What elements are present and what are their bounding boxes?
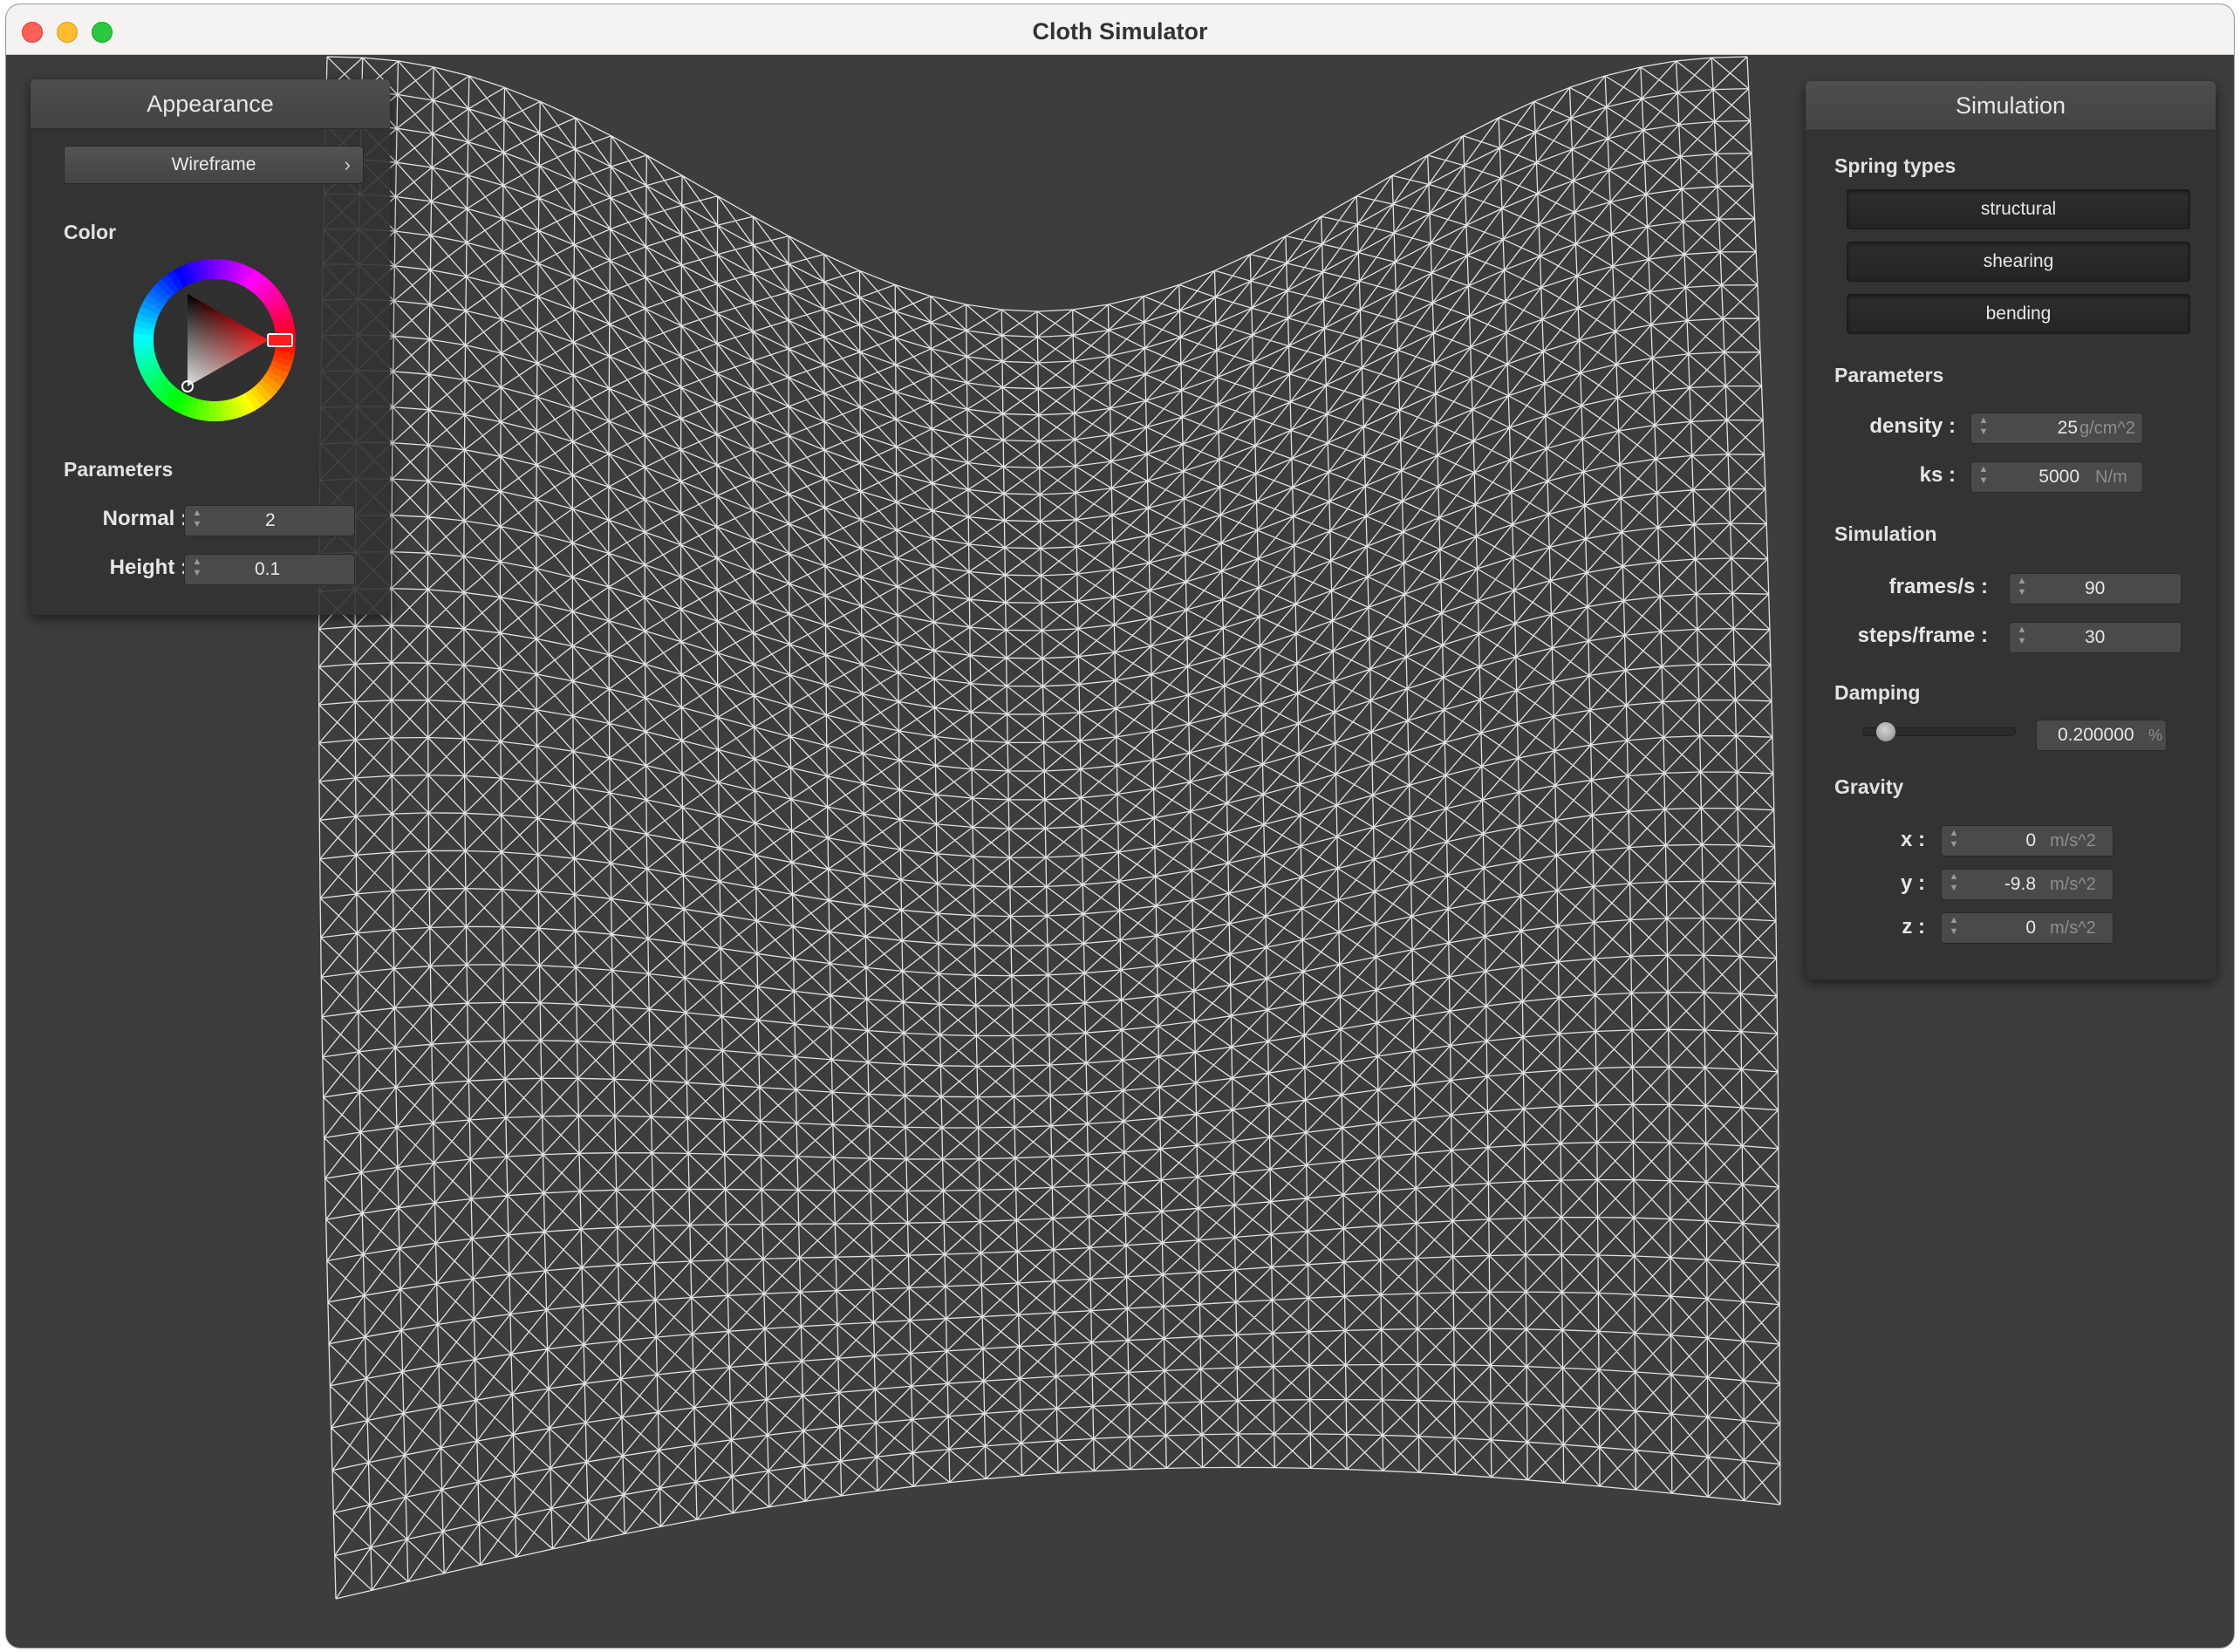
spinner-arrows-icon[interactable]: ▲ ▼ — [192, 556, 202, 579]
cloth-mesh-lines — [318, 56, 1781, 1600]
spinner-arrows-icon[interactable]: ▲ ▼ — [1949, 871, 1959, 894]
spinner-arrows-icon[interactable]: ▲ ▼ — [1978, 415, 1989, 438]
damping-value-field[interactable]: 0.200000 % — [2036, 720, 2167, 751]
ks-input[interactable]: ▲ ▼ 5000 N/m — [1970, 461, 2143, 493]
spinner-arrows-icon[interactable]: ▲ ▼ — [1949, 828, 1959, 850]
app-window: Cloth Simulator Appearance Wireframe › C… — [6, 4, 2234, 1648]
shader-mode-value: Wireframe — [171, 154, 256, 174]
height-input[interactable]: ▲ ▼ 0.1 — [184, 554, 355, 585]
sim-parameters-label: Parameters — [1834, 364, 1944, 386]
spinner-arrows-icon[interactable]: ▲ ▼ — [2017, 625, 2027, 647]
gravity-z-input[interactable]: ▲ ▼ 0 m/s^2 — [1941, 912, 2114, 944]
simulation-panel-header[interactable]: Simulation — [1806, 81, 2216, 131]
density-input[interactable]: ▲ ▼ 25 g/cm^2 — [1970, 413, 2143, 444]
simulation-section-label: Simulation — [1834, 522, 1937, 545]
color-wheel-icon — [133, 259, 296, 421]
ks-label: ks : — [1919, 463, 1956, 487]
spinner-arrows-icon[interactable]: ▲ ▼ — [192, 508, 202, 530]
normal-input[interactable]: ▲ ▼ 2 — [184, 505, 355, 536]
spinner-arrows-icon[interactable]: ▲ ▼ — [2017, 576, 2027, 598]
appearance-parameters-label: Parameters — [64, 458, 174, 481]
title-bar: Cloth Simulator — [6, 4, 2234, 55]
density-label: density : — [1869, 414, 1956, 438]
gravity-y-input[interactable]: ▲ ▼ -9.8 m/s^2 — [1941, 869, 2114, 900]
gravity-y-label: y : — [1900, 871, 1925, 895]
height-label: Height : — [109, 556, 188, 579]
gravity-z-label: z : — [1902, 915, 1925, 939]
spinner-arrows-icon[interactable]: ▲ ▼ — [1949, 915, 1959, 938]
gravity-label: Gravity — [1834, 775, 1904, 798]
chevron-right-icon: › — [344, 154, 351, 175]
color-wheel-picker[interactable] — [133, 259, 296, 421]
damping-label: Damping — [1834, 681, 1921, 704]
bending-toggle-button[interactable]: bending — [1847, 294, 2190, 334]
spinner-arrows-icon[interactable]: ▲ ▼ — [1978, 464, 1989, 487]
shearing-toggle-button[interactable]: shearing — [1847, 242, 2190, 282]
steps-per-frame-label: steps/frame : — [1857, 624, 1988, 647]
structural-toggle-button[interactable]: structural — [1847, 189, 2190, 229]
damping-slider-handle[interactable] — [1875, 721, 1896, 742]
frames-per-second-input[interactable]: ▲ ▼ 90 — [2009, 573, 2182, 604]
frames-per-second-label: frames/s : — [1888, 575, 1988, 598]
appearance-panel: Appearance Wireframe › Color Parameters … — [31, 79, 390, 615]
gravity-x-input[interactable]: ▲ ▼ 0 m/s^2 — [1941, 825, 2114, 857]
steps-per-frame-input[interactable]: ▲ ▼ 30 — [2009, 622, 2182, 653]
window-title: Cloth Simulator — [1032, 18, 1208, 44]
spring-types-label: Spring types — [1834, 154, 1957, 177]
color-section-label: Color — [64, 221, 117, 243]
gravity-x-label: x : — [1900, 828, 1925, 851]
shader-mode-dropdown[interactable]: Wireframe › — [64, 146, 364, 184]
appearance-panel-header[interactable]: Appearance — [31, 79, 390, 129]
normal-label: Normal : — [102, 507, 188, 530]
